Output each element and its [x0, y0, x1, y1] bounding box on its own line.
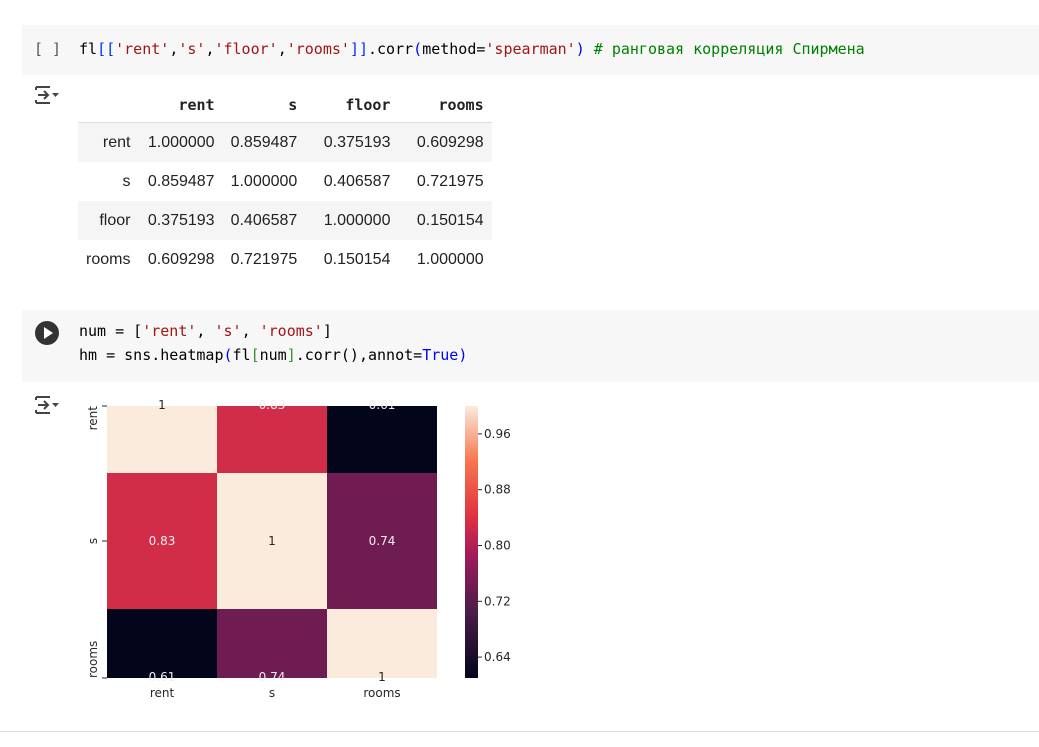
- cell-annotation: 0.83: [259, 398, 286, 412]
- y-tick-label: rooms: [86, 641, 100, 678]
- heatmap-chart: 1 0.83 0.61 0.83 1 0.74 0.61 0.74 1 rent s rooms ren…: [86, 398, 511, 700]
- cell-annotation: 0.61: [149, 670, 176, 684]
- cell-annotation: 0.83: [149, 534, 176, 548]
- colorbar-tick-label: 0.72: [484, 594, 511, 608]
- colorbar: [465, 406, 478, 678]
- colorbar-tick-label: 0.64: [484, 650, 511, 664]
- cell-annotation: 0.61: [369, 398, 396, 412]
- colorbar-tick-label: 0.96: [484, 427, 511, 441]
- cell-annotation: 0.74: [369, 534, 396, 548]
- cell-annotation: 0.74: [259, 670, 286, 684]
- cell-annotation: 1: [378, 670, 386, 684]
- y-tick-label: s: [86, 538, 100, 544]
- y-tick-label: rent: [86, 406, 100, 431]
- x-tick-label: rent: [150, 686, 175, 700]
- x-tick-label: rooms: [363, 686, 400, 700]
- colorbar-tick-label: 0.88: [484, 483, 511, 497]
- x-tick-label: s: [269, 686, 275, 700]
- cell-annotation: 1: [268, 534, 276, 548]
- cell-annotation: 1: [158, 398, 166, 412]
- colorbar-tick-label: 0.80: [484, 538, 511, 552]
- divider: [0, 731, 1039, 732]
